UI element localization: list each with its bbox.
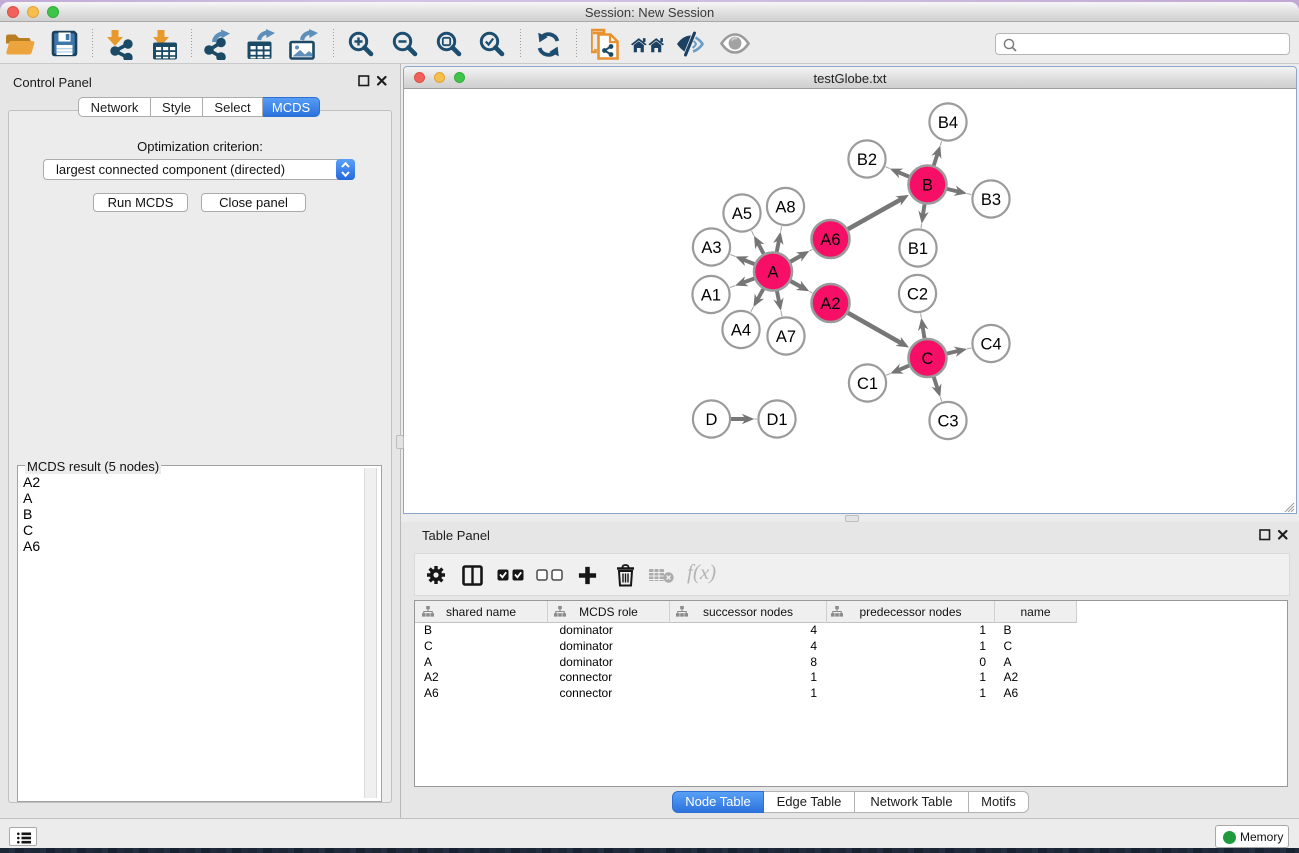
svg-text:B3: B3	[981, 191, 1001, 209]
svg-text:A2: A2	[820, 295, 840, 313]
svg-text:A8: A8	[775, 198, 795, 216]
svg-text:A: A	[767, 263, 778, 281]
svg-text:A7: A7	[776, 328, 796, 346]
svg-text:C: C	[922, 350, 934, 368]
svg-text:A4: A4	[731, 321, 751, 339]
svg-text:B2: B2	[857, 151, 877, 169]
svg-text:C1: C1	[857, 375, 878, 393]
svg-text:A6: A6	[820, 231, 840, 249]
svg-text:A1: A1	[701, 286, 721, 304]
svg-text:C4: C4	[980, 335, 1001, 353]
svg-text:D1: D1	[766, 411, 787, 429]
svg-text:B: B	[922, 176, 933, 194]
svg-text:A5: A5	[732, 205, 752, 223]
svg-text:D: D	[706, 411, 718, 429]
svg-text:B1: B1	[908, 240, 928, 258]
svg-text:C2: C2	[907, 285, 928, 303]
svg-text:A3: A3	[701, 239, 721, 257]
svg-text:B4: B4	[938, 114, 958, 132]
svg-text:C3: C3	[937, 412, 958, 430]
